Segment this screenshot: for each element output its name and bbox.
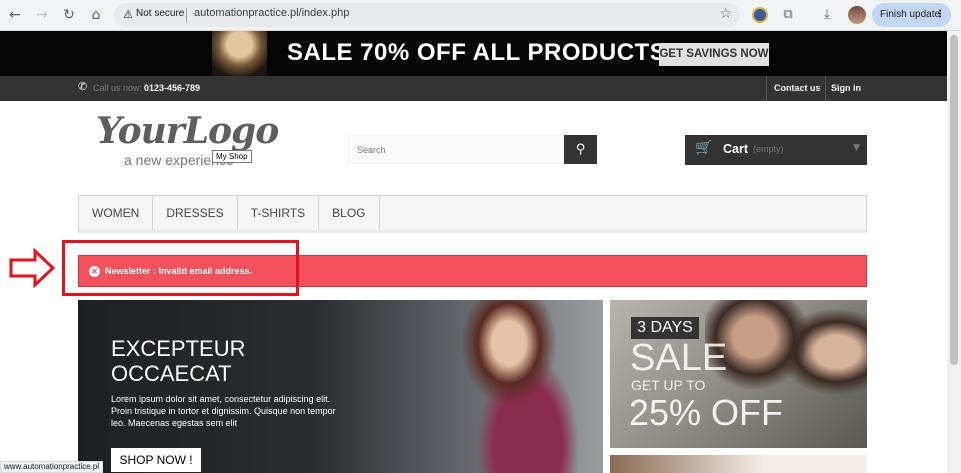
divider bbox=[825, 76, 826, 101]
logo-tooltip: My Shop bbox=[212, 150, 252, 163]
forward-icon[interactable]: → bbox=[33, 6, 51, 24]
cart-button[interactable]: 🛒 Cart (empty) ▼ bbox=[685, 135, 867, 165]
search-button[interactable]: ⚲ bbox=[564, 135, 597, 164]
bookmark-star-icon[interactable]: ☆ bbox=[719, 6, 732, 22]
call-label: Call us now: bbox=[93, 83, 143, 93]
banner-headline: SALE 70% OFF ALL PRODUCTS bbox=[287, 39, 667, 66]
top-nav: ✆ Call us now: 0123-456-789 Contact us S… bbox=[0, 76, 947, 101]
reload-icon[interactable]: ↻ bbox=[60, 6, 78, 24]
get-savings-button[interactable]: GET SAVINGS NOW bbox=[659, 43, 769, 66]
annotation-arrow-icon bbox=[9, 248, 55, 288]
menu-item-blog[interactable]: Blog bbox=[319, 196, 380, 230]
promo-banner-secondary[interactable] bbox=[610, 455, 867, 473]
security-label[interactable]: Not secure bbox=[136, 8, 184, 19]
home-slider[interactable]: EXCEPTEUR OCCAECAT Lorem ipsum dolor sit… bbox=[78, 300, 603, 473]
menu-item-women[interactable]: Women bbox=[79, 196, 154, 230]
extension-badge-icon[interactable] bbox=[752, 7, 768, 23]
divider bbox=[186, 8, 187, 22]
finish-update-label: Finish update bbox=[880, 9, 941, 20]
warning-icon[interactable]: ⚠ bbox=[120, 7, 136, 23]
phone-number: 0123-456-789 bbox=[144, 83, 201, 93]
chevron-down-icon: ▼ bbox=[853, 143, 860, 153]
banner-image bbox=[212, 31, 267, 76]
menu-item-dresses[interactable]: Dresses bbox=[153, 196, 238, 230]
site-logo[interactable]: YourLogo a new experience bbox=[96, 110, 286, 172]
promo-banner-sale[interactable]: 3 DAYS SALE GET UP TO 25% OFF bbox=[610, 300, 867, 448]
promo-upto: GET UP TO bbox=[631, 377, 706, 393]
cart-status: (empty) bbox=[753, 144, 784, 154]
url-text[interactable]: automationpractice.pl/index.php bbox=[194, 7, 349, 19]
menu-dots-icon: ⋮ bbox=[935, 9, 945, 20]
shop-now-button[interactable]: SHOP NOW ! bbox=[111, 448, 201, 472]
profile-avatar[interactable] bbox=[848, 6, 866, 24]
contact-us-link[interactable]: Contact us bbox=[774, 83, 821, 93]
finish-update-button[interactable]: Finish update ⋮ bbox=[872, 3, 951, 27]
search-icon: ⚲ bbox=[575, 142, 586, 157]
slider-heading-line: OCCAECAT bbox=[111, 361, 232, 386]
download-icon[interactable]: ⤓ bbox=[818, 6, 836, 24]
home-icon[interactable]: ⌂ bbox=[87, 6, 105, 24]
annotation-highlight-box bbox=[62, 240, 299, 296]
scrollbar-thumb[interactable] bbox=[950, 35, 958, 365]
promo-percent: 25% OFF bbox=[629, 392, 784, 433]
slider-heading-line: EXCEPTEUR bbox=[111, 336, 246, 361]
menu-item-tshirts[interactable]: T-shirts bbox=[238, 196, 320, 230]
back-icon[interactable]: ← bbox=[6, 6, 24, 24]
browser-toolbar: ← → ↻ ⌂ ⚠ Not secure automationpractice.… bbox=[0, 0, 961, 31]
address-bar[interactable]: ⚠ Not secure automationpractice.pl/index… bbox=[114, 3, 740, 27]
slider-image bbox=[448, 300, 603, 473]
sign-in-link[interactable]: Sign in bbox=[831, 83, 861, 93]
search-input[interactable]: Search bbox=[348, 135, 564, 164]
phone-icon: ✆ bbox=[78, 80, 88, 93]
page-scrollbar[interactable] bbox=[947, 31, 961, 473]
slider-text: Lorem ipsum dolor sit amet, consectetur … bbox=[111, 394, 336, 428]
status-bar-url: www.automationpractice.pl bbox=[0, 461, 104, 473]
logo-text: YourLogo bbox=[96, 110, 279, 152]
promo-banner[interactable]: SALE 70% OFF ALL PRODUCTS GET SAVINGS NO… bbox=[0, 31, 947, 76]
promo-sale: SALE bbox=[630, 337, 728, 379]
cart-label: Cart bbox=[723, 142, 749, 156]
cart-icon: 🛒 bbox=[695, 140, 713, 156]
promo-days: 3 DAYS bbox=[631, 317, 699, 339]
divider bbox=[766, 76, 767, 101]
extensions-puzzle-icon[interactable]: ⧉ bbox=[779, 6, 797, 24]
slider-heading: EXCEPTEUR OCCAECAT bbox=[111, 336, 245, 386]
main-menu: Women Dresses T-shirts Blog bbox=[78, 195, 867, 233]
